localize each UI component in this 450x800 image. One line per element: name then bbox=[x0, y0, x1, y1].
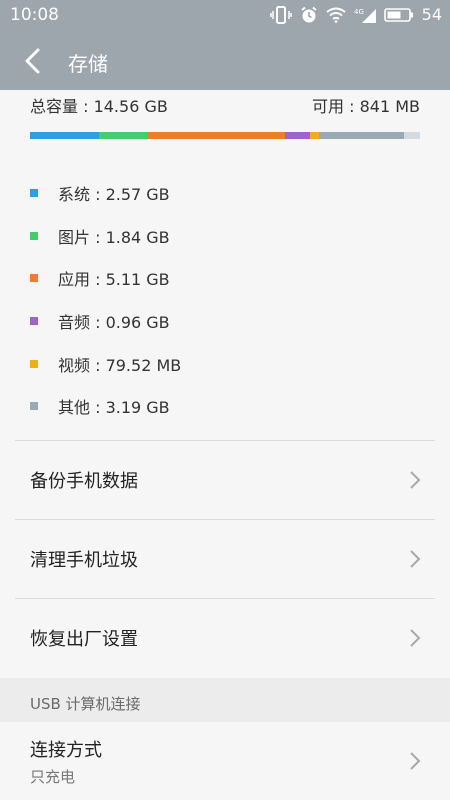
wifi-icon bbox=[326, 7, 346, 23]
vibrate-icon bbox=[269, 5, 292, 24]
app-bar: 存储 bbox=[0, 32, 450, 90]
storage-bar-segment bbox=[403, 132, 420, 139]
legend-color-swatch bbox=[30, 402, 38, 411]
legend-color-swatch bbox=[30, 359, 38, 368]
legend-label: 系统 : 2.57 GB bbox=[58, 185, 170, 205]
legend-item: 图片 : 1.84 GB bbox=[30, 215, 420, 258]
storage-bar-segment bbox=[310, 132, 319, 139]
usb-section-header: USB 计算机连接 bbox=[0, 678, 450, 722]
chevron-right-icon bbox=[410, 550, 421, 568]
storage-bar-segment bbox=[318, 132, 404, 139]
legend-label: 其他 : 3.19 GB bbox=[58, 398, 170, 418]
battery-icon bbox=[383, 7, 413, 22]
usb-section-title: USB 计算机连接 bbox=[30, 695, 141, 713]
storage-bar-segment bbox=[284, 132, 311, 139]
storage-usage-bar bbox=[30, 132, 420, 139]
factory-reset-label: 恢复出厂设置 bbox=[30, 629, 138, 650]
legend-label: 音频 : 0.96 GB bbox=[58, 313, 170, 333]
chevron-right-icon bbox=[410, 752, 421, 770]
status-time: 10:08 bbox=[10, 5, 59, 25]
status-bar: 10:08 4G 54 bbox=[0, 0, 450, 32]
legend-label: 图片 : 1.84 GB bbox=[58, 227, 170, 247]
status-icons: 4G 54 bbox=[269, 5, 442, 24]
backup-phone-data-label: 备份手机数据 bbox=[30, 471, 138, 492]
connection-mode-label: 连接方式 bbox=[30, 740, 102, 761]
legend-color-swatch bbox=[30, 231, 38, 240]
page-title: 存储 bbox=[68, 52, 108, 76]
usb-connection-mode-item[interactable]: 连接方式 只充电 bbox=[0, 722, 450, 800]
legend-item: 系统 : 2.57 GB bbox=[30, 172, 420, 215]
legend-color-swatch bbox=[30, 274, 38, 283]
cellular-signal-icon: 4G bbox=[354, 8, 376, 23]
legend-item: 音频 : 0.96 GB bbox=[30, 300, 420, 343]
legend-item: 应用 : 5.11 GB bbox=[30, 257, 420, 300]
legend-item: 视频 : 79.52 MB bbox=[30, 342, 420, 385]
battery-level: 54 bbox=[421, 5, 442, 24]
legend-color-swatch bbox=[30, 317, 38, 326]
clean-phone-junk-label: 清理手机垃圾 bbox=[30, 550, 138, 571]
storage-legend: 系统 : 2.57 GB 图片 : 1.84 GB 应用 : 5.11 GB 音频 :… bbox=[30, 172, 420, 428]
storage-bar-segment bbox=[98, 132, 148, 139]
legend-label: 视频 : 79.52 MB bbox=[58, 355, 182, 375]
storage-bar-segment bbox=[30, 132, 99, 139]
total-capacity: 总容量 : 14.56 GB bbox=[30, 97, 168, 116]
clean-phone-junk-item[interactable]: 清理手机垃圾 bbox=[0, 520, 450, 598]
available-capacity: 可用 : 841 MB bbox=[312, 97, 420, 116]
svg-text:4G: 4G bbox=[354, 8, 364, 16]
alarm-icon bbox=[301, 6, 317, 22]
back-arrow-icon[interactable] bbox=[18, 46, 48, 76]
legend-color-swatch bbox=[30, 189, 38, 198]
legend-item: 其他 : 3.19 GB bbox=[30, 385, 420, 428]
chevron-right-icon bbox=[410, 471, 421, 489]
legend-label: 应用 : 5.11 GB bbox=[58, 270, 170, 290]
chevron-right-icon bbox=[410, 629, 421, 647]
backup-phone-data-item[interactable]: 备份手机数据 bbox=[0, 441, 450, 519]
connection-mode-value: 只充电 bbox=[30, 768, 76, 786]
factory-reset-item[interactable]: 恢复出厂设置 bbox=[0, 599, 450, 677]
storage-bar-segment bbox=[147, 132, 285, 139]
